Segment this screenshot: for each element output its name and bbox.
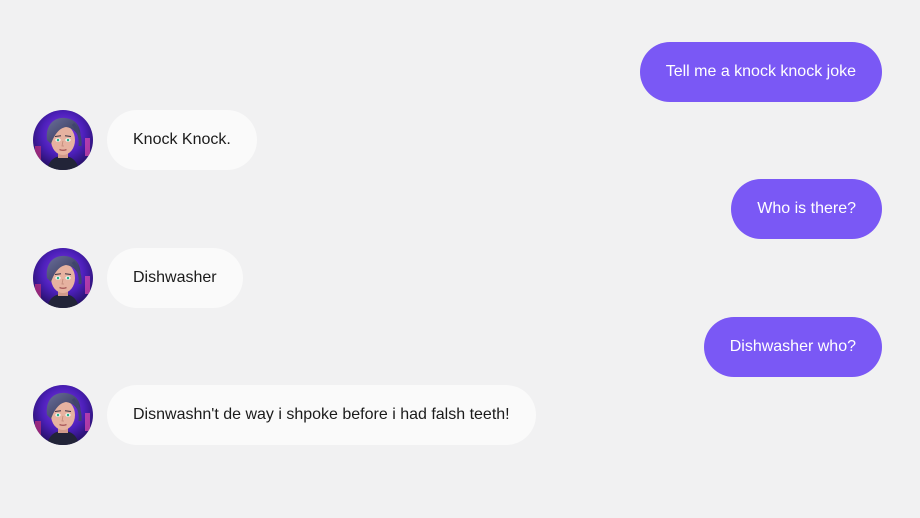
user-message: Who is there? (0, 179, 920, 239)
chat-thread: Tell me a knock knock joke Knock Knock. … (0, 0, 920, 518)
bot-message-bubble: Knock Knock. (107, 110, 257, 170)
user-message-bubble: Dishwasher who? (703, 317, 882, 377)
bot-message: Disnwashn't de way i shpoke before i had… (0, 385, 920, 445)
bot-avatar-icon (33, 248, 93, 308)
user-message: Tell me a knock knock joke (0, 42, 920, 102)
bot-message: Dishwasher (0, 248, 920, 308)
bot-message-bubble: Disnwashn't de way i shpoke before i had… (107, 385, 536, 445)
bot-avatar-icon (33, 110, 93, 170)
user-message: Dishwasher who? (0, 317, 920, 377)
user-message-bubble: Tell me a knock knock joke (639, 42, 882, 102)
bot-message-bubble: Dishwasher (107, 248, 243, 308)
bot-message: Knock Knock. (0, 110, 920, 170)
user-message-bubble: Who is there? (731, 179, 882, 239)
bot-avatar-icon (33, 385, 93, 445)
